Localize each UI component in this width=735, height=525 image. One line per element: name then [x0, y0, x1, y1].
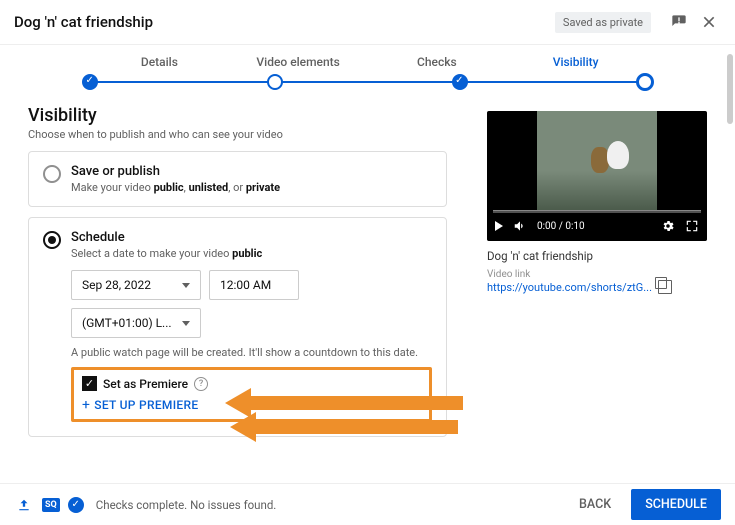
section-sub: Choose when to publish and who can see y…	[28, 128, 447, 141]
volume-icon[interactable]	[513, 219, 527, 233]
premiere-highlight-box: Set as Premiere ? + SET UP PREMIERE	[71, 367, 432, 422]
plus-icon: +	[82, 397, 90, 413]
radio-save-publish[interactable]	[43, 165, 61, 183]
radio-schedule[interactable]	[43, 231, 61, 249]
step-checks[interactable]: Checks	[368, 55, 507, 69]
upload-icon[interactable]	[14, 495, 34, 515]
preview-title: Dog 'n' cat friendship	[487, 249, 707, 263]
schedule-date-field[interactable]: Sep 28, 2022	[71, 270, 201, 300]
save-status-chip: Saved as private	[555, 12, 651, 33]
stepper-labels: Details Video elements Checks Visibility	[0, 45, 735, 69]
step-details[interactable]: Details	[90, 55, 229, 69]
quality-badge: SQ	[42, 498, 60, 512]
schedule-timezone-field[interactable]: (GMT+01:00) L...	[71, 308, 201, 338]
schedule-note: A public watch page will be created. It'…	[71, 346, 432, 359]
setup-premiere-button[interactable]: + SET UP PREMIERE	[82, 397, 421, 413]
step-dot-checks	[452, 74, 468, 90]
schedule-card: Schedule Select a date to make your vide…	[28, 217, 447, 437]
dialog-header: Dog 'n' cat friendship Saved as private	[0, 0, 735, 45]
feedback-icon[interactable]	[667, 10, 691, 34]
video-preview[interactable]: 0:00 / 0:10	[487, 111, 707, 241]
step-dot-details	[82, 74, 98, 90]
back-button[interactable]: BACK	[567, 489, 623, 520]
video-link[interactable]: https://youtube.com/shorts/ztG...	[487, 281, 652, 294]
step-dot-video-elements	[267, 74, 283, 90]
video-time: 0:00 / 0:10	[537, 221, 585, 232]
step-dot-visibility	[636, 73, 654, 91]
dialog-footer: SQ ✓ Checks complete. No issues found. B…	[0, 483, 735, 525]
save-publish-sub: Make your video public, unlisted, or pri…	[71, 181, 280, 194]
schedule-sub: Select a date to make your video public	[71, 247, 262, 260]
scrollbar[interactable]	[727, 54, 733, 124]
help-icon[interactable]: ?	[194, 377, 208, 391]
schedule-time-field[interactable]: 12:00 AM	[209, 270, 299, 300]
dialog-title: Dog 'n' cat friendship	[14, 13, 555, 31]
save-or-publish-card[interactable]: Save or publish Make your video public, …	[28, 151, 447, 207]
schedule-button[interactable]: SCHEDULE	[631, 489, 721, 520]
close-icon[interactable]	[697, 10, 721, 34]
step-video-elements[interactable]: Video elements	[229, 55, 368, 69]
checks-complete-icon: ✓	[68, 497, 84, 513]
save-publish-title: Save or publish	[71, 164, 280, 179]
premiere-label: Set as Premiere	[103, 377, 188, 391]
section-heading: Visibility	[28, 105, 447, 126]
copy-icon[interactable]	[658, 280, 672, 294]
fullscreen-icon[interactable]	[685, 219, 699, 233]
footer-status: Checks complete. No issues found.	[96, 498, 559, 512]
stepper-track	[90, 71, 645, 99]
schedule-title: Schedule	[71, 230, 262, 245]
play-icon[interactable]	[495, 221, 503, 231]
video-link-label: Video link	[487, 269, 707, 280]
chevron-down-icon	[182, 321, 190, 326]
step-visibility[interactable]: Visibility	[506, 55, 645, 69]
chevron-down-icon	[182, 283, 190, 288]
premiere-checkbox[interactable]	[82, 376, 97, 391]
settings-icon[interactable]	[661, 219, 675, 233]
